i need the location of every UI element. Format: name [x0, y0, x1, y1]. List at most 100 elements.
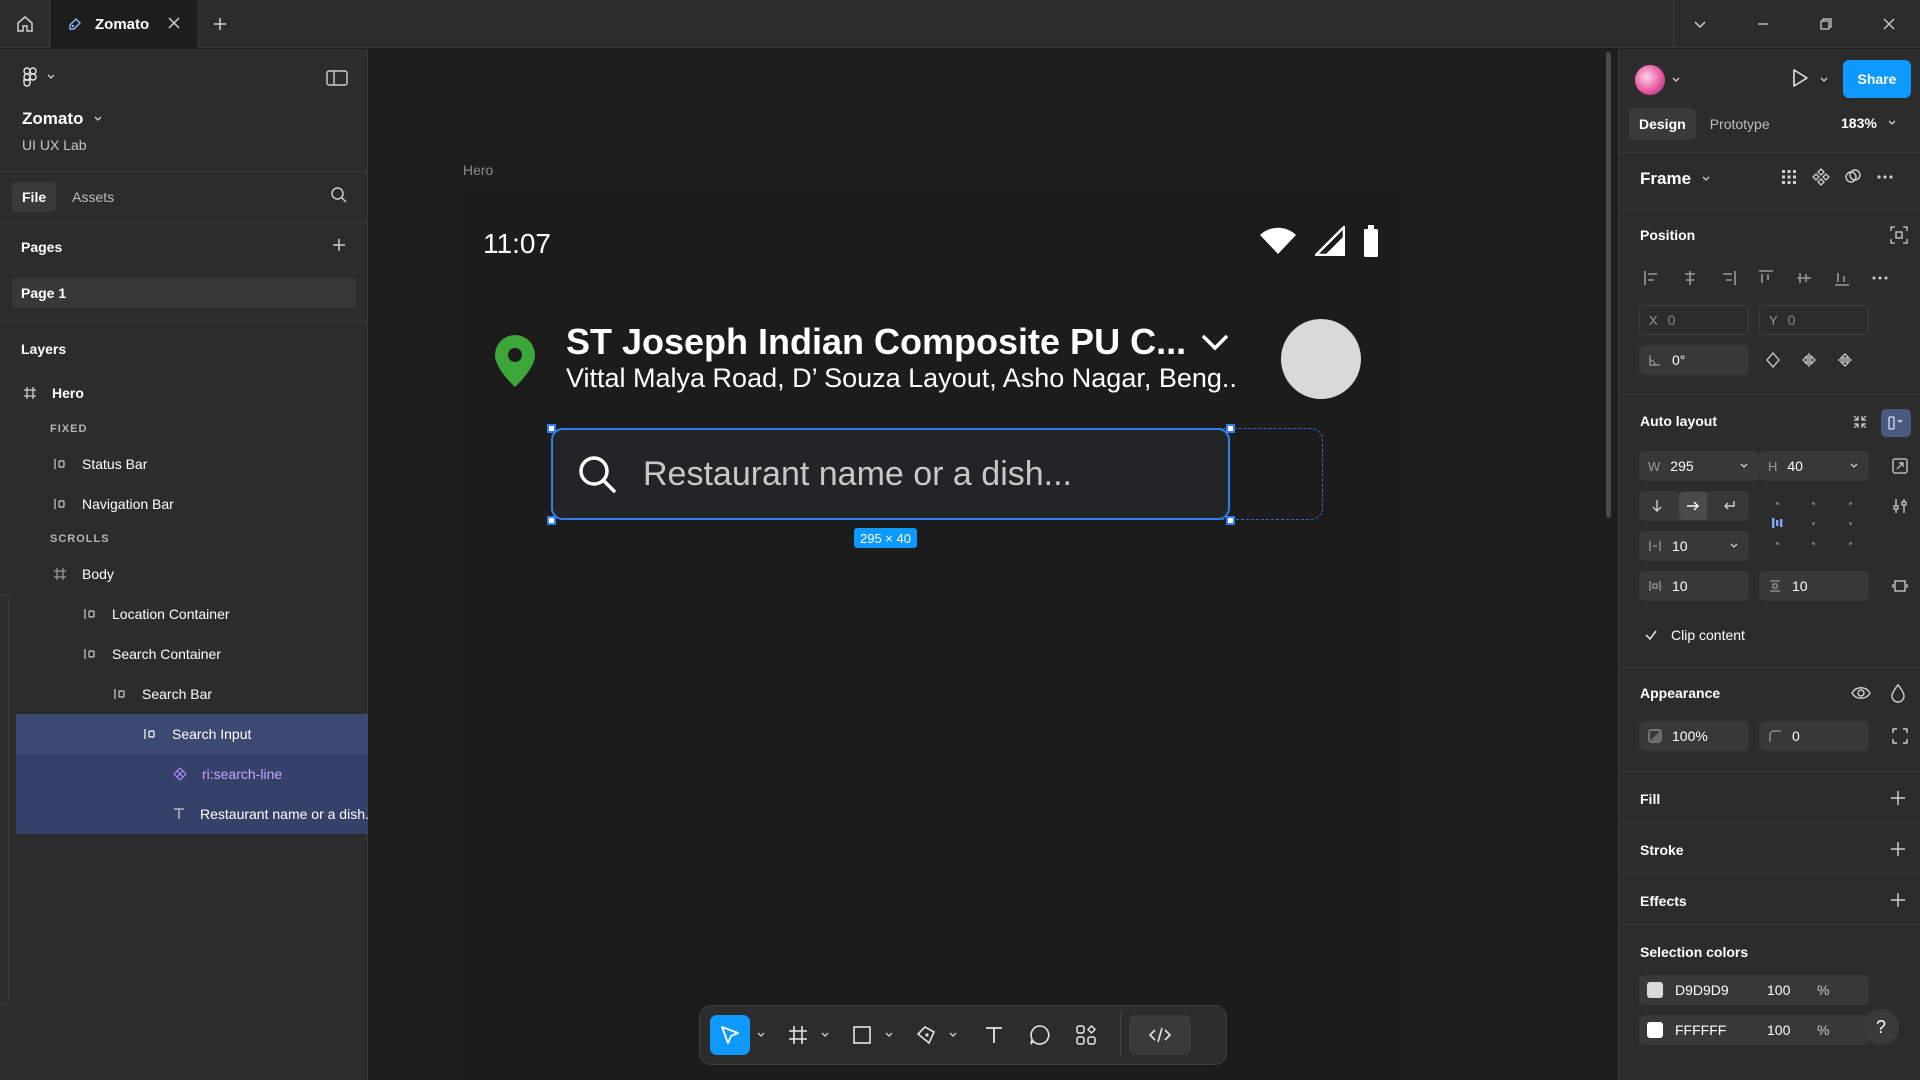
layer-item-search-input[interactable]: Search Input: [16, 714, 368, 754]
selection-color-row[interactable]: D9D9D9 100 %: [1639, 975, 1869, 1005]
main-menu-button[interactable]: [22, 67, 56, 87]
drop-icon[interactable]: [1889, 683, 1907, 703]
layer-item-search-container[interactable]: Search Container: [0, 634, 368, 674]
individual-corners-icon[interactable]: [1891, 727, 1909, 745]
zoom-dropdown[interactable]: 183%: [1841, 115, 1897, 131]
location-title[interactable]: ST Joseph Indian Composite PU C...: [566, 321, 1230, 363]
eye-icon[interactable]: [1851, 683, 1871, 703]
chevron-down-icon[interactable]: [884, 1030, 894, 1040]
tab-file[interactable]: File: [12, 182, 57, 212]
grid-icon[interactable]: [1779, 167, 1799, 187]
home-button[interactable]: [0, 0, 50, 48]
opacity-input[interactable]: 100%: [1639, 721, 1749, 751]
rotate-button[interactable]: [1759, 346, 1787, 374]
layer-item-search-bar[interactable]: Search Bar: [0, 674, 368, 714]
layer-item-status-bar[interactable]: Status Bar: [0, 444, 368, 484]
align-right-button[interactable]: [1715, 265, 1741, 291]
gap-input[interactable]: 10: [1639, 531, 1749, 561]
layer-item-body[interactable]: Body: [0, 554, 368, 594]
horizontal-padding-input[interactable]: 10: [1639, 571, 1749, 601]
play-icon[interactable]: [1789, 67, 1811, 89]
chevron-down-icon[interactable]: [1671, 75, 1681, 85]
close-window-button[interactable]: [1877, 12, 1901, 36]
boolean-icon[interactable]: [1843, 167, 1863, 187]
clip-content-checkbox[interactable]: Clip content: [1643, 627, 1745, 643]
tab-design[interactable]: Design: [1629, 108, 1696, 140]
direction-vertical-button[interactable]: [1643, 492, 1671, 520]
pen-tool-button[interactable]: [910, 1015, 942, 1055]
plus-icon[interactable]: [1889, 789, 1907, 807]
canvas-scrollbar[interactable]: [1606, 52, 1611, 518]
resize-handle[interactable]: [547, 516, 556, 525]
individual-padding-icon[interactable]: [1891, 577, 1909, 595]
more-icon[interactable]: [1875, 167, 1895, 187]
flip-horizontal-button[interactable]: [1795, 346, 1823, 374]
align-middle-button[interactable]: [1791, 265, 1817, 291]
chevron-down-icon[interactable]: [820, 1030, 830, 1040]
height-input[interactable]: H 40: [1759, 451, 1869, 481]
plus-icon[interactable]: [1889, 891, 1907, 909]
hero-frame[interactable]: 11:07 ST Joseph Indian Composite PU C...…: [463, 187, 1407, 1080]
chevron-down-icon[interactable]: [948, 1030, 958, 1040]
search-input[interactable]: Restaurant name or a dish...: [551, 428, 1230, 520]
selection-color-row[interactable]: FFFFFF 100 %: [1639, 1015, 1869, 1045]
align-top-button[interactable]: [1753, 265, 1779, 291]
frame-type-dropdown[interactable]: Frame: [1640, 169, 1711, 189]
collapse-icon[interactable]: [1851, 413, 1869, 431]
more-align-button[interactable]: [1867, 265, 1893, 291]
chevron-down-icon[interactable]: [1819, 75, 1829, 85]
align-left-button[interactable]: [1639, 265, 1665, 291]
tab-assets[interactable]: Assets: [62, 182, 124, 212]
align-bottom-button[interactable]: [1829, 265, 1855, 291]
y-position-input[interactable]: Y 0: [1759, 305, 1869, 335]
color-swatch[interactable]: [1647, 982, 1663, 998]
frame-tool-button[interactable]: [782, 1015, 814, 1055]
resize-handle[interactable]: [1226, 424, 1235, 433]
dev-mode-toggle[interactable]: [1129, 1015, 1191, 1055]
avatar[interactable]: [1281, 319, 1361, 399]
toggle-sidebar-button[interactable]: [326, 69, 348, 92]
components-tool-button[interactable]: [1066, 1015, 1106, 1055]
layer-item-navigation-bar[interactable]: Navigation Bar: [0, 484, 368, 524]
rotation-input[interactable]: 0°: [1639, 345, 1749, 375]
create-component-icon[interactable]: [1811, 167, 1831, 187]
resize-to-fit-icon[interactable]: [1891, 457, 1909, 475]
auto-layout-toggle[interactable]: [1881, 409, 1911, 437]
file-name-button[interactable]: Zomato: [22, 109, 103, 129]
layers-scrollbar[interactable]: [0, 594, 9, 1004]
add-page-button[interactable]: [331, 237, 347, 258]
rectangle-tool-button[interactable]: [846, 1015, 878, 1055]
constraints-icon[interactable]: [1889, 225, 1909, 245]
team-name[interactable]: UI UX Lab: [22, 137, 87, 153]
page-item[interactable]: Page 1: [12, 278, 356, 308]
width-input[interactable]: W 295: [1639, 451, 1759, 481]
tab-prototype[interactable]: Prototype: [1700, 108, 1780, 140]
file-tab[interactable]: Zomato: [51, 0, 197, 48]
layer-item-location-container[interactable]: Location Container: [0, 594, 368, 634]
new-tab-button[interactable]: [208, 12, 232, 36]
color-swatch[interactable]: [1647, 1022, 1663, 1038]
direction-horizontal-button[interactable]: [1679, 492, 1707, 520]
align-center-h-button[interactable]: [1677, 265, 1703, 291]
restore-button[interactable]: [1814, 12, 1838, 36]
minimize-button[interactable]: [1751, 12, 1775, 36]
alignment-grid[interactable]: [1759, 493, 1869, 553]
layer-item-placeholder-text[interactable]: Restaurant name or a dish...: [16, 794, 368, 834]
x-position-input[interactable]: X 0: [1639, 305, 1749, 335]
direction-wrap-button[interactable]: [1715, 492, 1743, 520]
chevron-down-icon[interactable]: [756, 1030, 766, 1040]
vertical-padding-input[interactable]: 10: [1759, 571, 1869, 601]
help-button[interactable]: ?: [1863, 1009, 1899, 1045]
move-tool-button[interactable]: [710, 1015, 750, 1055]
share-button[interactable]: Share: [1843, 60, 1911, 98]
canvas[interactable]: Hero 11:07 ST Joseph Indian Composite PU…: [369, 49, 1617, 1080]
text-tool-button[interactable]: [974, 1015, 1014, 1055]
corner-radius-input[interactable]: 0: [1759, 721, 1869, 751]
layer-item-search-line-icon[interactable]: ri:search-line: [16, 754, 368, 794]
layer-item-hero[interactable]: Hero: [0, 373, 368, 413]
flip-vertical-button[interactable]: [1831, 346, 1859, 374]
frame-label[interactable]: Hero: [463, 162, 493, 178]
advanced-settings-icon[interactable]: [1891, 497, 1909, 515]
resize-handle[interactable]: [1226, 516, 1235, 525]
search-layers-button[interactable]: [330, 186, 348, 209]
